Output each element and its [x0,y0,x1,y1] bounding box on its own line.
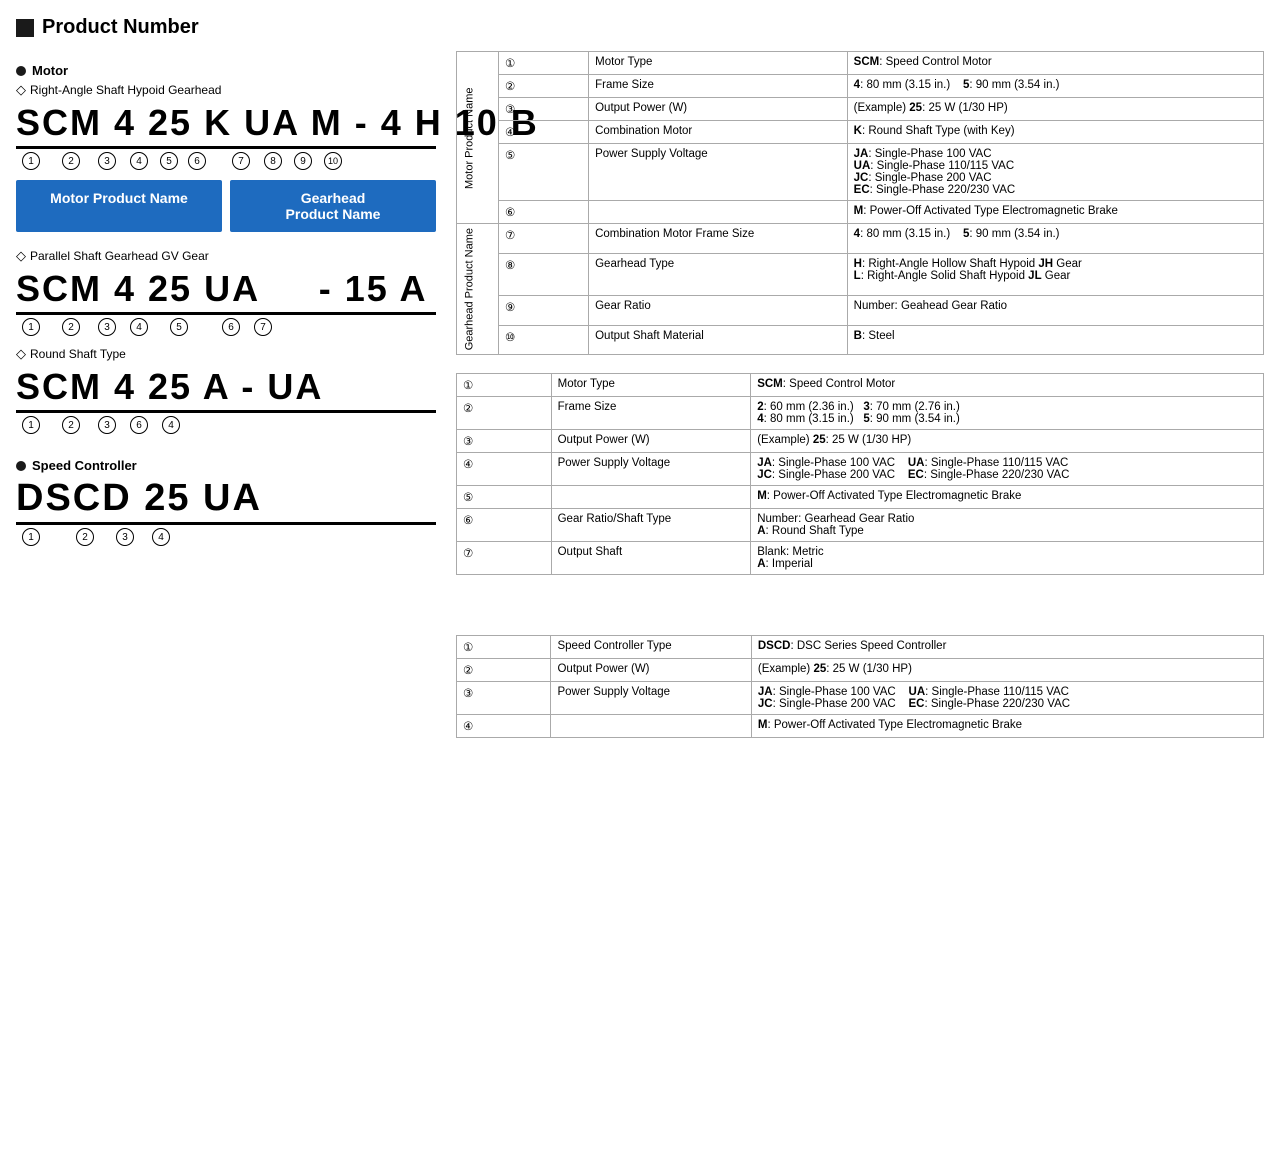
table-row: ⑥ Gear Ratio/Shaft Type Number: Gearhead… [457,509,1264,542]
speed-controller-table: ① Speed Controller Type DSCD: DSC Series… [456,635,1264,738]
parallel-code: SCM 4 25 UA - 15 A [16,268,436,315]
right-angle-header: ◇Right-Angle Shaft Hypoid Gearhead [16,82,436,98]
table-row: ① Motor Type SCM: Speed Control Motor [457,374,1264,397]
round-shaft-header: ◇Round Shaft Type [16,346,436,362]
table-row: ② Frame Size 2: 60 mm (2.36 in.) 3: 70 m… [457,397,1264,430]
page-title: Product Number [16,16,1264,39]
speed-ctrl-circled-nums: 1 2 3 4 [16,528,436,546]
table-row: ② Output Power (W) (Example) 25: 25 W (1… [457,659,1264,682]
right-angle-circled-nums: 1 2 3 4 5 6 7 8 9 10 [16,152,436,170]
speed-controller-section: Speed Controller DSCD 25 UA 1 2 3 4 [16,458,436,546]
table-row: ④ M: Power-Off Activated Type Electromag… [457,715,1264,738]
table-row: ⑦ Output Shaft Blank: Metric A: Imperial [457,542,1264,575]
table-row: ⑥ M: Power-Off Activated Type Electromag… [457,201,1264,224]
right-angle-table: Motor Product Name ① Motor Type SCM: Spe… [456,51,1264,355]
table-row: ④ Power Supply Voltage JA: Single-Phase … [457,453,1264,486]
gearhead-product-name-box: Gearhead Product Name [230,180,436,232]
table-row: Motor Product Name ① Motor Type SCM: Spe… [457,52,1264,75]
table-row: ② Frame Size 4: 80 mm (3.15 in.) 5: 90 m… [457,75,1264,98]
speed-ctrl-code: DSCD 25 UA [16,477,436,525]
motor-product-name-box: Motor Product Name [16,180,222,232]
table-row: ③ Power Supply Voltage JA: Single-Phase … [457,682,1264,715]
parallel-header: ◇Parallel Shaft Gearhead GV Gear [16,248,436,264]
speed-ctrl-header: Speed Controller [16,458,436,473]
name-boxes-row: Motor Product Name Gearhead Product Name [16,180,436,232]
table-row: ⑧ Gearhead Type H: Right-Angle Hollow Sh… [457,253,1264,295]
title-square [16,19,34,37]
table-row: ⑤ Power Supply Voltage JA: Single-Phase … [457,144,1264,201]
motor-section-header: Motor [16,63,436,78]
bullet-motor [16,66,26,76]
right-angle-code: SCM 4 25 K UA M - 4 H 10 B [16,102,436,149]
table-row: ⑤ M: Power-Off Activated Type Electromag… [457,486,1264,509]
round-shaft-circled-nums: 1 2 3 6 4 [16,416,436,434]
round-shaft-code: SCM 4 25 A - UA [16,366,436,413]
parallel-circled-nums: 1 2 3 4 5 6 7 [16,318,436,336]
table-row: Gearhead Product Name ⑦ Combination Moto… [457,224,1264,254]
table-row: ⑩ Output Shaft Material B: Steel [457,325,1264,355]
table-row: ③ Output Power (W) (Example) 25: 25 W (1… [457,430,1264,453]
table-row: ③ Output Power (W) (Example) 25: 25 W (1… [457,98,1264,121]
table-row: ① Speed Controller Type DSCD: DSC Series… [457,636,1264,659]
table-row: ④ Combination Motor K: Round Shaft Type … [457,121,1264,144]
table-row: ⑨ Gear Ratio Number: Geahead Gear Ratio [457,296,1264,326]
bullet-speed-ctrl [16,461,26,471]
parallel-shaft-table: ① Motor Type SCM: Speed Control Motor ② … [456,373,1264,575]
